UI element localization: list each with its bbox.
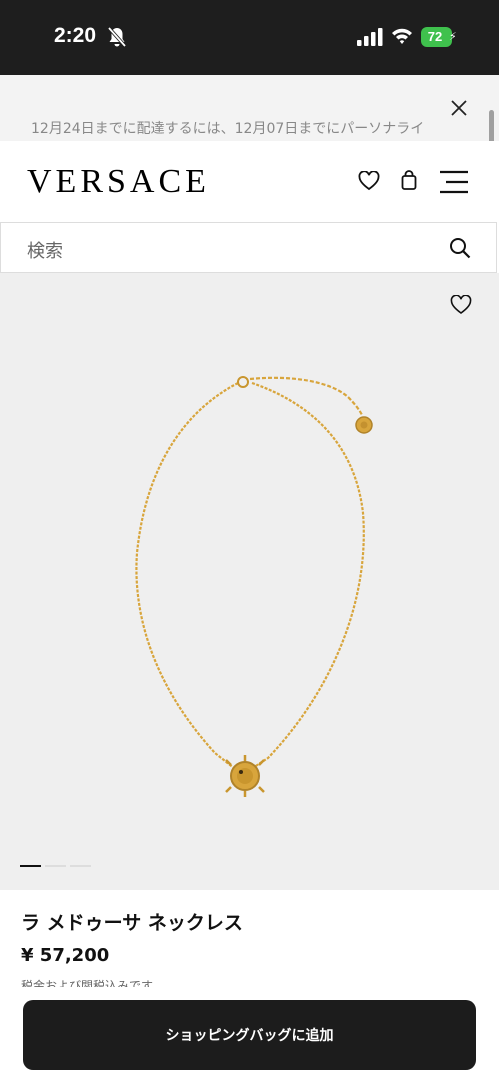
signal-icon	[357, 28, 383, 46]
add-to-bag-button[interactable]: ショッピングバッグに追加	[23, 1000, 476, 1070]
bell-slash-icon	[107, 26, 127, 48]
shopping-bag-icon[interactable]	[399, 169, 419, 191]
battery-level: 72	[427, 29, 443, 44]
wishlist-heart-icon[interactable]	[450, 295, 472, 315]
carousel-dot[interactable]	[70, 865, 91, 867]
search-icon[interactable]	[449, 237, 471, 259]
product-name: ラ メドゥーサ ネックレス	[21, 912, 243, 934]
status-bar: 2:20 72 ⚡	[0, 0, 499, 75]
promo-banner: 12月24日までに配達するには、12月07日までにパーソナライ	[0, 75, 499, 141]
wifi-icon	[392, 28, 412, 44]
search-placeholder: 検索	[27, 241, 63, 262]
site-header: VERSACE	[0, 141, 499, 222]
menu-icon[interactable]	[439, 170, 469, 194]
search-input[interactable]: 検索	[0, 222, 497, 273]
brand-logo[interactable]: VERSACE	[27, 163, 210, 201]
heart-icon[interactable]	[358, 171, 380, 191]
product-info: ラ メドゥーサ ネックレス ¥ 57,200 税金および関税込みです。 ショッピ…	[0, 890, 499, 1080]
carousel-dot-active[interactable]	[20, 865, 41, 867]
status-time: 2:20	[54, 24, 97, 47]
product-image-carousel[interactable]	[0, 273, 499, 890]
necklace-image	[135, 376, 373, 797]
tax-note: 税金および関税込みです。	[21, 979, 164, 987]
close-icon[interactable]	[450, 99, 468, 117]
carousel-dot[interactable]	[45, 865, 66, 867]
promo-text: 12月24日までに配達するには、12月07日までにパーソナライ	[31, 121, 425, 137]
battery-icon: 72 ⚡	[421, 27, 457, 47]
product-price: ¥ 57,200	[21, 945, 110, 966]
